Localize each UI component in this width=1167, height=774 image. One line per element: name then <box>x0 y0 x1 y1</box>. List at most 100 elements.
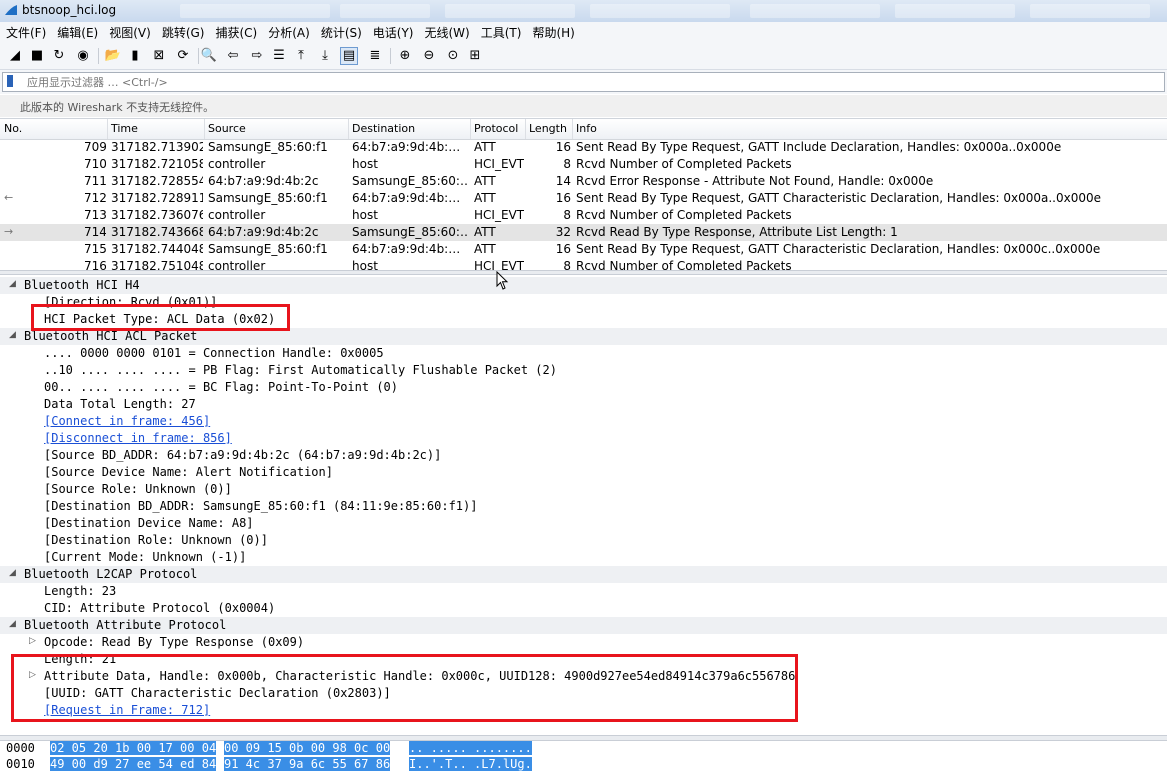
menu-item-10[interactable]: 帮助(H) <box>526 24 579 41</box>
bytes-offset[interactable]: 0000 <box>6 741 35 755</box>
protocol-tree-field[interactable]: [Destination Device Name: A8] <box>0 515 1167 532</box>
protocol-tree-field[interactable]: .... 0000 0000 0101 = Connection Handle:… <box>0 345 1167 362</box>
colorize-icon[interactable]: ≣ <box>366 47 384 65</box>
save-file-icon[interactable]: ▮ <box>126 47 144 65</box>
display-filter-input[interactable] <box>25 74 1149 90</box>
go-back-icon[interactable]: ⇦ <box>224 47 242 65</box>
protocol-tree-field[interactable]: [Destination BD_ADDR: SamsungE_85:60:f1 … <box>0 498 1167 515</box>
packet-details-tree[interactable]: ◢ Bluetooth HCI H4 [Direction: Rcvd (0x01)… <box>0 275 1167 735</box>
zoom-in-icon[interactable]: ⊕ <box>396 47 414 65</box>
protocol-tree-field[interactable]: [Source Device Name: Alert Notification] <box>0 464 1167 481</box>
column-header-time[interactable]: Time <box>111 122 138 135</box>
column-header-protocol[interactable]: Protocol <box>474 122 518 135</box>
menu-item-0[interactable]: 文件(F) <box>0 24 51 41</box>
protocol-tree-field[interactable]: Data Total Length: 27 <box>0 396 1167 413</box>
menu-item-2[interactable]: 视图(V) <box>103 24 156 41</box>
go-to-packet-icon[interactable]: ☰ <box>270 47 288 65</box>
close-file-icon[interactable]: ⊠ <box>150 47 168 65</box>
menu-item-3[interactable]: 跳转(G) <box>156 24 210 41</box>
protocol-tree-field[interactable]: [Source BD_ADDR: 64:b7:a9:9d:4b:2c (64:b… <box>0 447 1167 464</box>
stop-icon[interactable]: ■ <box>28 47 46 65</box>
bytes-hex-group-1[interactable]: 02 05 20 1b 00 17 00 04 <box>50 741 217 755</box>
reload-file-icon[interactable]: ⟳ <box>174 47 192 65</box>
tree-expanded-icon[interactable]: ◢ <box>9 568 16 578</box>
protocol-tree-field[interactable]: [Source Role: Unknown (0)] <box>0 481 1167 498</box>
go-last-icon[interactable]: ⤓ <box>316 47 334 65</box>
protocol-tree-header[interactable]: ◢ Bluetooth HCI ACL Packet <box>0 328 1167 345</box>
menu-item-1[interactable]: 编辑(E) <box>51 24 103 41</box>
protocol-tree-field[interactable]: Length: 23 <box>0 583 1167 600</box>
protocol-tree-field[interactable]: [Direction: Rcvd (0x01)] <box>0 294 1167 311</box>
column-header-destination[interactable]: Destination <box>352 122 415 135</box>
menu-item-5[interactable]: 分析(A) <box>262 24 315 41</box>
bytes-offset[interactable]: 0010 <box>6 757 35 771</box>
bytes-ascii[interactable]: .. ..... ........ <box>409 741 532 755</box>
auto-scroll-icon[interactable]: ▤ <box>340 47 358 65</box>
protocol-tree-field[interactable]: [Destination Role: Unknown (0)] <box>0 532 1167 549</box>
packet-row[interactable]: 713 317182.736076 controller host HCI_EVT 8 Rc… <box>0 207 1167 224</box>
protocol-tree-field[interactable]: [Current Mode: Unknown (-1)] <box>0 549 1167 566</box>
bookmark-icon[interactable] <box>7 75 13 87</box>
protocol-tree-field[interactable]: ..10 .... .... .... = PB Flag: First Aut… <box>0 362 1167 379</box>
tree-expanded-icon[interactable]: ◢ <box>9 619 16 629</box>
frame-link[interactable]: [Connect in frame: 456] <box>44 414 210 428</box>
packet-bytes-pane[interactable]: 0000 02 05 20 1b 00 17 00 04 00 09 15 0b 0… <box>0 741 1167 774</box>
bytes-hex-group-1[interactable]: 49 00 d9 27 ee 54 ed 84 <box>50 757 217 771</box>
protocol-tree-field[interactable]: [Request in Frame: 712] <box>0 702 1167 719</box>
protocol-tree-field[interactable]: Length: 21 <box>0 651 1167 668</box>
menu-item-8[interactable]: 无线(W) <box>419 24 475 41</box>
column-header-info[interactable]: Info <box>576 122 597 135</box>
packet-row[interactable]: 709 317182.713902 SamsungE_85:60:f1 64:b7:a… <box>0 139 1167 156</box>
packet-row[interactable]: 711 317182.728554 64:b7:a9:9d:4b:2c Samsung… <box>0 173 1167 190</box>
tree-collapsed-icon[interactable]: ▷ <box>29 670 36 680</box>
bytes-hex-group-2[interactable]: 91 4c 37 9a 6c 55 67 86 <box>224 757 391 771</box>
protocol-tree-field[interactable]: [UUID: GATT Characteristic Declaration (… <box>0 685 1167 702</box>
column-header-source[interactable]: Source <box>208 122 246 135</box>
menu-item-4[interactable]: 捕获(C) <box>209 24 262 41</box>
tree-collapsed-icon[interactable]: ▷ <box>29 636 36 646</box>
protocol-tree-header[interactable]: ◢ Bluetooth Attribute Protocol <box>0 617 1167 634</box>
packet-row[interactable]: ← 712 317182.728911 SamsungE_85:60:f1 64:b7:… <box>0 190 1167 207</box>
packet-row[interactable]: 710 317182.721058 controller host HCI_EVT 8 Rc… <box>0 156 1167 173</box>
tree-expanded-icon[interactable]: ◢ <box>9 330 16 340</box>
restart-icon[interactable]: ↻ <box>50 47 68 65</box>
zoom-out-icon[interactable]: ⊖ <box>420 47 438 65</box>
protocol-tree-field[interactable]: CID: Attribute Protocol (0x0004) <box>0 600 1167 617</box>
menu-item-7[interactable]: 电话(Y) <box>367 24 419 41</box>
column-header-length[interactable]: Length <box>529 122 567 135</box>
bytes-ascii[interactable]: I..'.T.. .L7.lUg. <box>409 757 532 771</box>
go-first-icon[interactable]: ⤒ <box>292 47 310 65</box>
menu-item-6[interactable]: 统计(S) <box>315 24 367 41</box>
resize-columns-icon[interactable]: ⊞ <box>466 47 484 65</box>
packet-length: 14 <box>555 174 571 188</box>
protocol-tree-field[interactable]: HCI Packet Type: ACL Data (0x02) <box>0 311 1167 328</box>
tree-item-label: [Source BD_ADDR: 64:b7:a9:9d:4b:2c (64:b… <box>44 448 442 462</box>
packet-row[interactable]: 715 317182.744048 SamsungE_85:60:f1 64:b7:a… <box>0 241 1167 258</box>
capture-options-icon[interactable]: ◉ <box>74 47 92 65</box>
tree-item-label: Attribute Data, Handle: 0x000b, Characte… <box>44 669 796 683</box>
protocol-tree-field[interactable]: [Disconnect in frame: 856] <box>0 430 1167 447</box>
protocol-tree-field[interactable]: ▷ Attribute Data, Handle: 0x000b, Charact… <box>0 668 1167 685</box>
title-bar: btsnoop_hci.log <box>0 0 1167 23</box>
packet-destination: SamsungE_85:60:… <box>352 174 468 188</box>
main-toolbar: ◢ ■ ↻ ◉ 📂 ▮ ⊠ ⟳ 🔍 ⇦ ⇨ ☰ ⤒ ⤓ ▤ ≣ ⊕ ⊖ ⊙ ⊞ <box>0 43 1167 70</box>
tree-item-label: CID: Attribute Protocol (0x0004) <box>44 601 276 615</box>
protocol-tree-field[interactable]: ▷ Opcode: Read By Type Response (0x09) <box>0 634 1167 651</box>
shark-fin-start-icon[interactable]: ◢ <box>6 47 24 65</box>
zoom-normal-icon[interactable]: ⊙ <box>444 47 462 65</box>
go-forward-icon[interactable]: ⇨ <box>248 47 266 65</box>
tree-expanded-icon[interactable]: ◢ <box>9 279 16 289</box>
bytes-hex-group-2[interactable]: 00 09 15 0b 00 98 0c 00 <box>224 741 391 755</box>
column-header-no[interactable]: No. <box>4 122 22 135</box>
protocol-tree-header[interactable]: ◢ Bluetooth L2CAP Protocol <box>0 566 1167 583</box>
packet-row[interactable]: → 714 317182.743668 64:b7:a9:9d:4b:2c Samsun… <box>0 224 1167 241</box>
frame-link[interactable]: [Disconnect in frame: 856] <box>44 431 232 445</box>
open-file-icon[interactable]: 📂 <box>104 47 122 65</box>
protocol-tree-header[interactable]: ◢ Bluetooth HCI H4 <box>0 277 1167 294</box>
menu-item-9[interactable]: 工具(T) <box>475 24 527 41</box>
packet-list[interactable]: No. Time Source Destination Protocol Len… <box>0 118 1167 271</box>
protocol-tree-field[interactable]: 00.. .... .... .... = BC Flag: Point-To-… <box>0 379 1167 396</box>
find-packet-icon[interactable]: 🔍 <box>200 47 218 65</box>
frame-link[interactable]: [Request in Frame: 712] <box>44 703 210 717</box>
protocol-tree-field[interactable]: [Connect in frame: 456] <box>0 413 1167 430</box>
